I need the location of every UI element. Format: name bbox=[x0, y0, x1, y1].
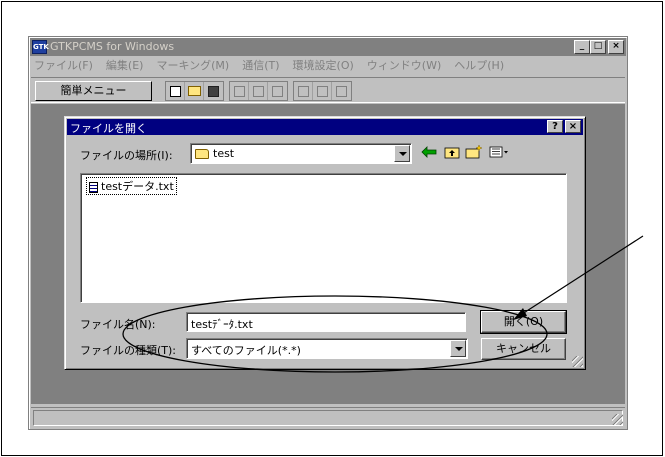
file-name: testデータ.txt bbox=[101, 180, 174, 193]
new-file-icon[interactable] bbox=[166, 82, 185, 100]
cut-icon[interactable] bbox=[230, 82, 249, 100]
app-icon[interactable]: GTK bbox=[32, 40, 49, 54]
filetype-label: ファイルの種類(T): bbox=[80, 344, 177, 357]
new-folder-icon[interactable] bbox=[465, 144, 483, 160]
maximize-button[interactable]: □ bbox=[590, 40, 606, 54]
cascade-icon[interactable] bbox=[332, 82, 351, 100]
status-bar bbox=[31, 407, 625, 427]
resize-grip-icon[interactable] bbox=[612, 414, 623, 425]
app-title: GTKPCMS for Windows bbox=[50, 40, 175, 53]
app-titlebar[interactable]: GTK GTKPCMS for Windows _ □ × bbox=[30, 38, 626, 56]
text-file-icon bbox=[89, 181, 98, 193]
look-in-value: test bbox=[213, 147, 235, 160]
paste-icon[interactable] bbox=[268, 82, 287, 100]
minimize-button[interactable]: _ bbox=[574, 40, 590, 54]
close-button[interactable]: × bbox=[608, 40, 624, 54]
menu-marking[interactable]: マーキング(M) bbox=[156, 57, 229, 75]
dialog-close-button[interactable]: × bbox=[565, 120, 581, 133]
menu-file[interactable]: ファイル(F) bbox=[34, 57, 93, 75]
tile-vertical-icon[interactable] bbox=[313, 82, 332, 100]
file-list[interactable]: testデータ.txt bbox=[80, 173, 567, 303]
filename-label: ファイル名(N): bbox=[80, 318, 156, 331]
menu-help[interactable]: ヘルプ(H) bbox=[454, 57, 504, 75]
look-in-label: ファイルの場所(I): bbox=[80, 149, 173, 162]
dialog-titlebar[interactable]: ファイルを開く ? × bbox=[67, 119, 583, 135]
menu-window[interactable]: ウィンドウ(W) bbox=[367, 57, 441, 75]
folder-icon bbox=[195, 149, 209, 159]
open-folder-icon[interactable] bbox=[185, 82, 204, 100]
filetype-combobox[interactable]: すべてのファイル(*.*) bbox=[186, 338, 468, 359]
save-icon[interactable] bbox=[204, 82, 223, 100]
back-arrow-icon[interactable] bbox=[420, 144, 438, 160]
edit-tool-group bbox=[229, 81, 288, 101]
status-panel bbox=[33, 410, 623, 426]
dialog-title: ファイルを開く bbox=[70, 122, 147, 135]
open-button[interactable]: 開く(O) bbox=[480, 310, 567, 334]
list-item[interactable]: testデータ.txt bbox=[86, 177, 177, 195]
cancel-button[interactable]: キャンセル bbox=[481, 338, 566, 360]
view-menu-icon[interactable] bbox=[488, 144, 510, 160]
up-one-level-icon[interactable] bbox=[443, 144, 461, 160]
help-button[interactable]: ? bbox=[547, 120, 563, 133]
copy-icon[interactable] bbox=[249, 82, 268, 100]
tile-horizontal-icon[interactable] bbox=[294, 82, 313, 100]
simple-menu-button[interactable]: 簡単メニュー bbox=[35, 81, 152, 101]
menu-settings[interactable]: 環境設定(O) bbox=[293, 57, 354, 75]
look-in-combobox[interactable]: test bbox=[190, 143, 412, 164]
menubar: ファイル(F) 編集(E) マーキング(M) 通信(T) 環境設定(O) ウィン… bbox=[31, 57, 504, 75]
filename-input[interactable]: testﾃﾞｰﾀ.txt bbox=[186, 312, 466, 332]
menu-edit[interactable]: 編集(E) bbox=[106, 57, 144, 75]
dialog-resize-grip-icon[interactable] bbox=[572, 356, 583, 367]
filetype-value: すべてのファイル(*.*) bbox=[191, 344, 301, 357]
window-tool-group bbox=[293, 81, 352, 101]
menu-communication[interactable]: 通信(T) bbox=[242, 57, 279, 75]
file-tool-group bbox=[165, 81, 224, 101]
filename-value: testﾃﾞｰﾀ.txt bbox=[191, 318, 253, 331]
toolbar: 簡単メニュー bbox=[31, 77, 625, 103]
look-in-dropdown-arrow-icon[interactable] bbox=[394, 145, 410, 162]
filetype-dropdown-arrow-icon[interactable] bbox=[450, 340, 466, 357]
